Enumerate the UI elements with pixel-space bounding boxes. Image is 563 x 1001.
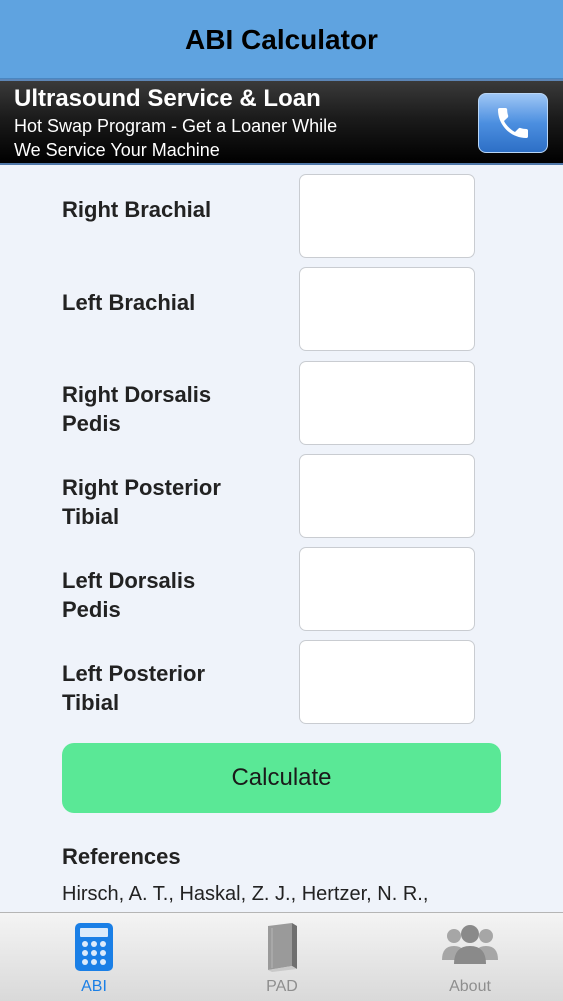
right-brachial-input[interactable] bbox=[299, 174, 475, 258]
references-text: Hirsch, A. T., Haskal, Z. J., Hertzer, N… bbox=[62, 883, 429, 905]
label-right-brachial: Right Brachial bbox=[62, 197, 212, 222]
call-button[interactable] bbox=[478, 93, 548, 153]
book-icon bbox=[268, 923, 297, 972]
label-left-dorsalis-pedis: Left Dorsalis Pedis bbox=[62, 568, 196, 622]
tab-pad-label: PAD bbox=[266, 978, 298, 995]
nav-bar: ABI Calculator bbox=[0, 0, 563, 79]
tab-pad[interactable]: PAD bbox=[188, 913, 376, 1001]
ad-title: Ultrasound Service & Loan bbox=[14, 85, 321, 112]
references-heading: References bbox=[62, 844, 181, 869]
tab-about[interactable]: About bbox=[376, 913, 563, 1001]
tab-abi-label: ABI bbox=[81, 978, 107, 995]
left-dorsalis-pedis-input[interactable] bbox=[299, 547, 475, 631]
ad-banner[interactable]: Ultrasound Service & Loan Hot Swap Progr… bbox=[0, 79, 563, 165]
left-brachial-input[interactable] bbox=[299, 267, 475, 351]
right-dorsalis-pedis-input[interactable] bbox=[299, 361, 475, 445]
label-left-posterior-tibial: Left Posterior Tibial bbox=[62, 661, 206, 715]
tab-abi[interactable]: ABI bbox=[0, 913, 188, 1001]
tab-bar: ABI PAD About bbox=[0, 912, 563, 1001]
people-icon bbox=[442, 925, 498, 964]
right-posterior-tibial-input[interactable] bbox=[299, 454, 475, 538]
ad-text-line-1: Hot Swap Program - Get a Loaner While bbox=[14, 116, 338, 136]
label-left-brachial: Left Brachial bbox=[62, 290, 196, 315]
phone-icon bbox=[498, 108, 528, 138]
calculate-button[interactable]: Calculate bbox=[62, 743, 501, 813]
left-posterior-tibial-input[interactable] bbox=[299, 640, 475, 724]
label-right-dorsalis-pedis: Right Dorsalis Pedis bbox=[62, 382, 212, 436]
calculator-icon bbox=[75, 923, 113, 971]
page-title: ABI Calculator bbox=[185, 24, 378, 55]
ad-text-line-2: We Service Your Machine bbox=[14, 140, 220, 160]
tab-about-label: About bbox=[449, 978, 491, 995]
label-right-posterior-tibial: Right Posterior Tibial bbox=[62, 475, 221, 529]
